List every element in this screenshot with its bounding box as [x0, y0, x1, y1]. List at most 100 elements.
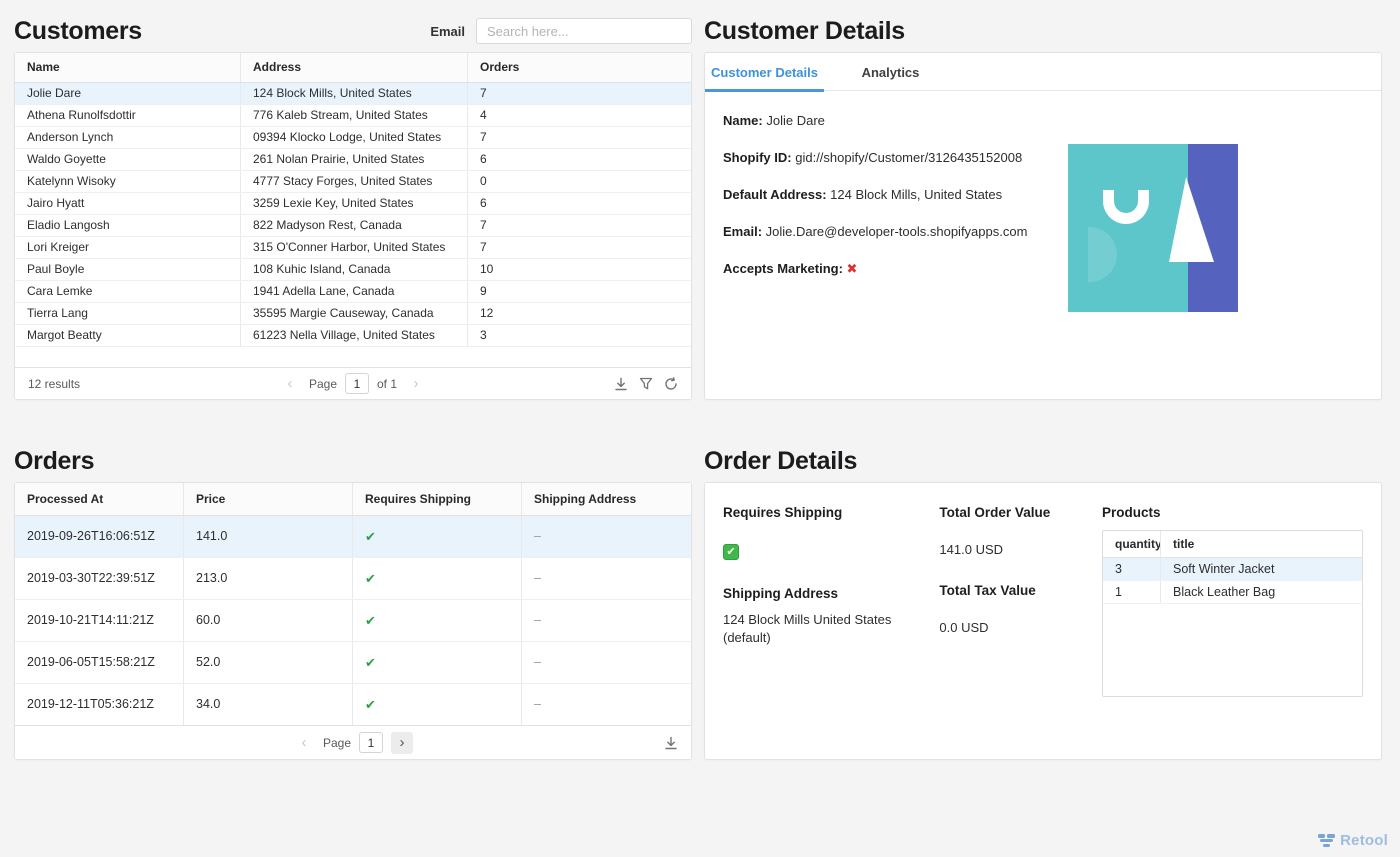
- customer-address-cell: 09394 Klocko Lodge, United States: [241, 127, 468, 148]
- products-table: quantity title 3 Soft Winter Jacket 1 Bl…: [1102, 530, 1363, 697]
- page-label: Page: [322, 735, 352, 750]
- column-header-name[interactable]: Name: [15, 53, 241, 82]
- download-icon[interactable]: [614, 377, 628, 391]
- field-accepts-marketing: Accepts Marketing✖: [723, 261, 1363, 277]
- customer-address-cell: 4777 Stacy Forges, United States: [241, 171, 468, 192]
- order-row[interactable]: 2019-09-26T16:06:51Z 141.0 ✔ –: [15, 516, 691, 558]
- column-header-shipping-address[interactable]: Shipping Address: [522, 483, 691, 515]
- customer-row[interactable]: Paul Boyle 108 Kuhic Island, Canada 10: [15, 259, 691, 281]
- order-price-cell: 52.0: [184, 642, 353, 683]
- tab-analytics[interactable]: Analytics: [824, 53, 957, 91]
- customer-row[interactable]: Anderson Lynch 09394 Klocko Lodge, Unite…: [15, 127, 691, 149]
- next-page-button[interactable]: ›: [391, 731, 414, 754]
- product-row[interactable]: 1 Black Leather Bag: [1103, 581, 1362, 604]
- results-count: 12 results: [28, 376, 81, 391]
- customer-row[interactable]: Tierra Lang 35595 Margie Causeway, Canad…: [15, 303, 691, 325]
- filter-icon[interactable]: [639, 377, 653, 391]
- customer-address-cell: 315 O'Conner Harbor, United States: [241, 237, 468, 258]
- orders-pagination: ‹ Page ›: [15, 731, 691, 754]
- check-icon: ✔: [365, 613, 376, 628]
- column-header-price[interactable]: Price: [184, 483, 353, 515]
- column-header-address[interactable]: Address: [241, 53, 468, 82]
- customer-address-cell: 822 Madyson Rest, Canada: [241, 215, 468, 236]
- customer-row[interactable]: Katelynn Wisoky 4777 Stacy Forges, Unite…: [15, 171, 691, 193]
- download-icon[interactable]: [664, 736, 678, 750]
- order-processed-at-cell: 2019-06-05T15:58:21Z: [15, 642, 184, 683]
- product-quantity-cell: 1: [1103, 581, 1161, 603]
- customer-address-cell: 124 Block Mills, United States: [241, 83, 468, 104]
- search-input[interactable]: [476, 18, 692, 44]
- check-badge-icon: ✔: [723, 543, 739, 560]
- customer-search: Email: [430, 18, 692, 44]
- column-header-processed-at[interactable]: Processed At: [15, 483, 184, 515]
- customers-pagination: ‹ Page of 1 ›: [15, 373, 691, 395]
- customer-orders-cell: 10: [480, 262, 494, 276]
- next-page-button[interactable]: ›: [405, 373, 427, 395]
- order-price-cell: 141.0: [184, 516, 353, 557]
- customer-name-cell: Eladio Langosh: [15, 215, 241, 236]
- customer-address-cell: 3259 Lexie Key, United States: [241, 193, 468, 214]
- order-shipping-address-cell: –: [534, 655, 541, 669]
- order-price-cell: 213.0: [184, 558, 353, 599]
- product-row[interactable]: 3 Soft Winter Jacket: [1103, 558, 1362, 581]
- avatar-teal-background: [1068, 144, 1188, 312]
- order-row[interactable]: 2019-06-05T15:58:21Z 52.0 ✔ –: [15, 642, 691, 684]
- customer-row[interactable]: Cara Lemke 1941 Adella Lane, Canada 9: [15, 281, 691, 303]
- customer-row[interactable]: Waldo Goyette 261 Nolan Prairie, United …: [15, 149, 691, 171]
- column-header-quantity[interactable]: quantity: [1103, 531, 1161, 557]
- total-order-value-label: Total Order Value: [939, 505, 1051, 520]
- customer-name-cell: Jairo Hyatt: [15, 193, 241, 214]
- customers-table-footer: 12 results ‹ Page of 1 ›: [15, 367, 691, 399]
- page-number-input[interactable]: [345, 373, 369, 394]
- customers-table-body: Jolie Dare 124 Block Mills, United State…: [15, 83, 691, 367]
- total-order-value: 141.0 USD: [939, 542, 1004, 557]
- orders-table-body: 2019-09-26T16:06:51Z 141.0 ✔ – 2019-03-3…: [15, 516, 691, 725]
- column-header-title[interactable]: title: [1161, 531, 1362, 557]
- page-of-label: of 1: [377, 376, 398, 391]
- customers-title: Customers: [14, 16, 142, 45]
- customer-row[interactable]: Jairo Hyatt 3259 Lexie Key, United State…: [15, 193, 691, 215]
- orders-section: Orders Processed At Price Requires Shipp…: [14, 440, 692, 760]
- retool-logo-icon: [1318, 834, 1336, 847]
- customer-orders-cell: 7: [480, 130, 487, 144]
- cross-icon: ✖: [846, 261, 858, 276]
- customer-address-cell: 61223 Nella Village, United States: [241, 325, 468, 346]
- customer-orders-cell: 4: [480, 108, 487, 122]
- customer-name-cell: Anderson Lynch: [15, 127, 241, 148]
- order-row[interactable]: 2019-03-30T22:39:51Z 213.0 ✔ –: [15, 558, 691, 600]
- customer-orders-cell: 7: [480, 240, 487, 254]
- customer-row[interactable]: Jolie Dare 124 Block Mills, United State…: [15, 83, 691, 105]
- customer-row[interactable]: Athena Runolfsdottir 776 Kaleb Stream, U…: [15, 105, 691, 127]
- retool-brand[interactable]: Retool: [1318, 832, 1388, 849]
- customer-name-cell: Paul Boyle: [15, 259, 241, 280]
- check-icon: ✔: [365, 529, 376, 544]
- customer-details-panel: Customer Details Analytics NameJolie Dar…: [704, 52, 1382, 400]
- total-tax-value: 0.0 USD: [939, 620, 989, 635]
- order-row[interactable]: 2019-12-11T05:36:21Z 34.0 ✔ –: [15, 684, 691, 725]
- customer-orders-cell: 3: [480, 328, 487, 342]
- prev-page-button[interactable]: ‹: [279, 373, 301, 395]
- field-name: NameJolie Dare: [723, 113, 1363, 128]
- order-row[interactable]: 2019-10-21T14:11:21Z 60.0 ✔ –: [15, 600, 691, 642]
- column-header-orders[interactable]: Orders: [468, 53, 691, 82]
- customer-name-cell: Athena Runolfsdottir: [15, 105, 241, 126]
- prev-page-button[interactable]: ‹: [293, 732, 315, 754]
- customer-row[interactable]: Lori Kreiger 315 O'Conner Harbor, United…: [15, 237, 691, 259]
- order-processed-at-cell: 2019-03-30T22:39:51Z: [15, 558, 184, 599]
- customer-name-cell: Lori Kreiger: [15, 237, 241, 258]
- tab-customer-details[interactable]: Customer Details: [705, 53, 824, 92]
- column-header-requires-shipping[interactable]: Requires Shipping: [353, 483, 522, 515]
- customer-orders-cell: 12: [480, 306, 494, 320]
- customer-orders-cell: 9: [480, 284, 487, 298]
- order-shipping-address-cell: –: [534, 697, 541, 711]
- customer-row[interactable]: Margot Beatty 61223 Nella Village, Unite…: [15, 325, 691, 347]
- check-icon: ✔: [365, 697, 376, 712]
- page-number-input[interactable]: [359, 732, 384, 753]
- orders-table-header: Processed At Price Requires Shipping Shi…: [15, 483, 691, 516]
- customer-name-cell: Waldo Goyette: [15, 149, 241, 170]
- refresh-icon[interactable]: [664, 376, 678, 391]
- customers-table-header: Name Address Orders: [15, 53, 691, 83]
- orders-title: Orders: [14, 446, 95, 475]
- customer-address-cell: 1941 Adella Lane, Canada: [241, 281, 468, 302]
- customer-row[interactable]: Eladio Langosh 822 Madyson Rest, Canada …: [15, 215, 691, 237]
